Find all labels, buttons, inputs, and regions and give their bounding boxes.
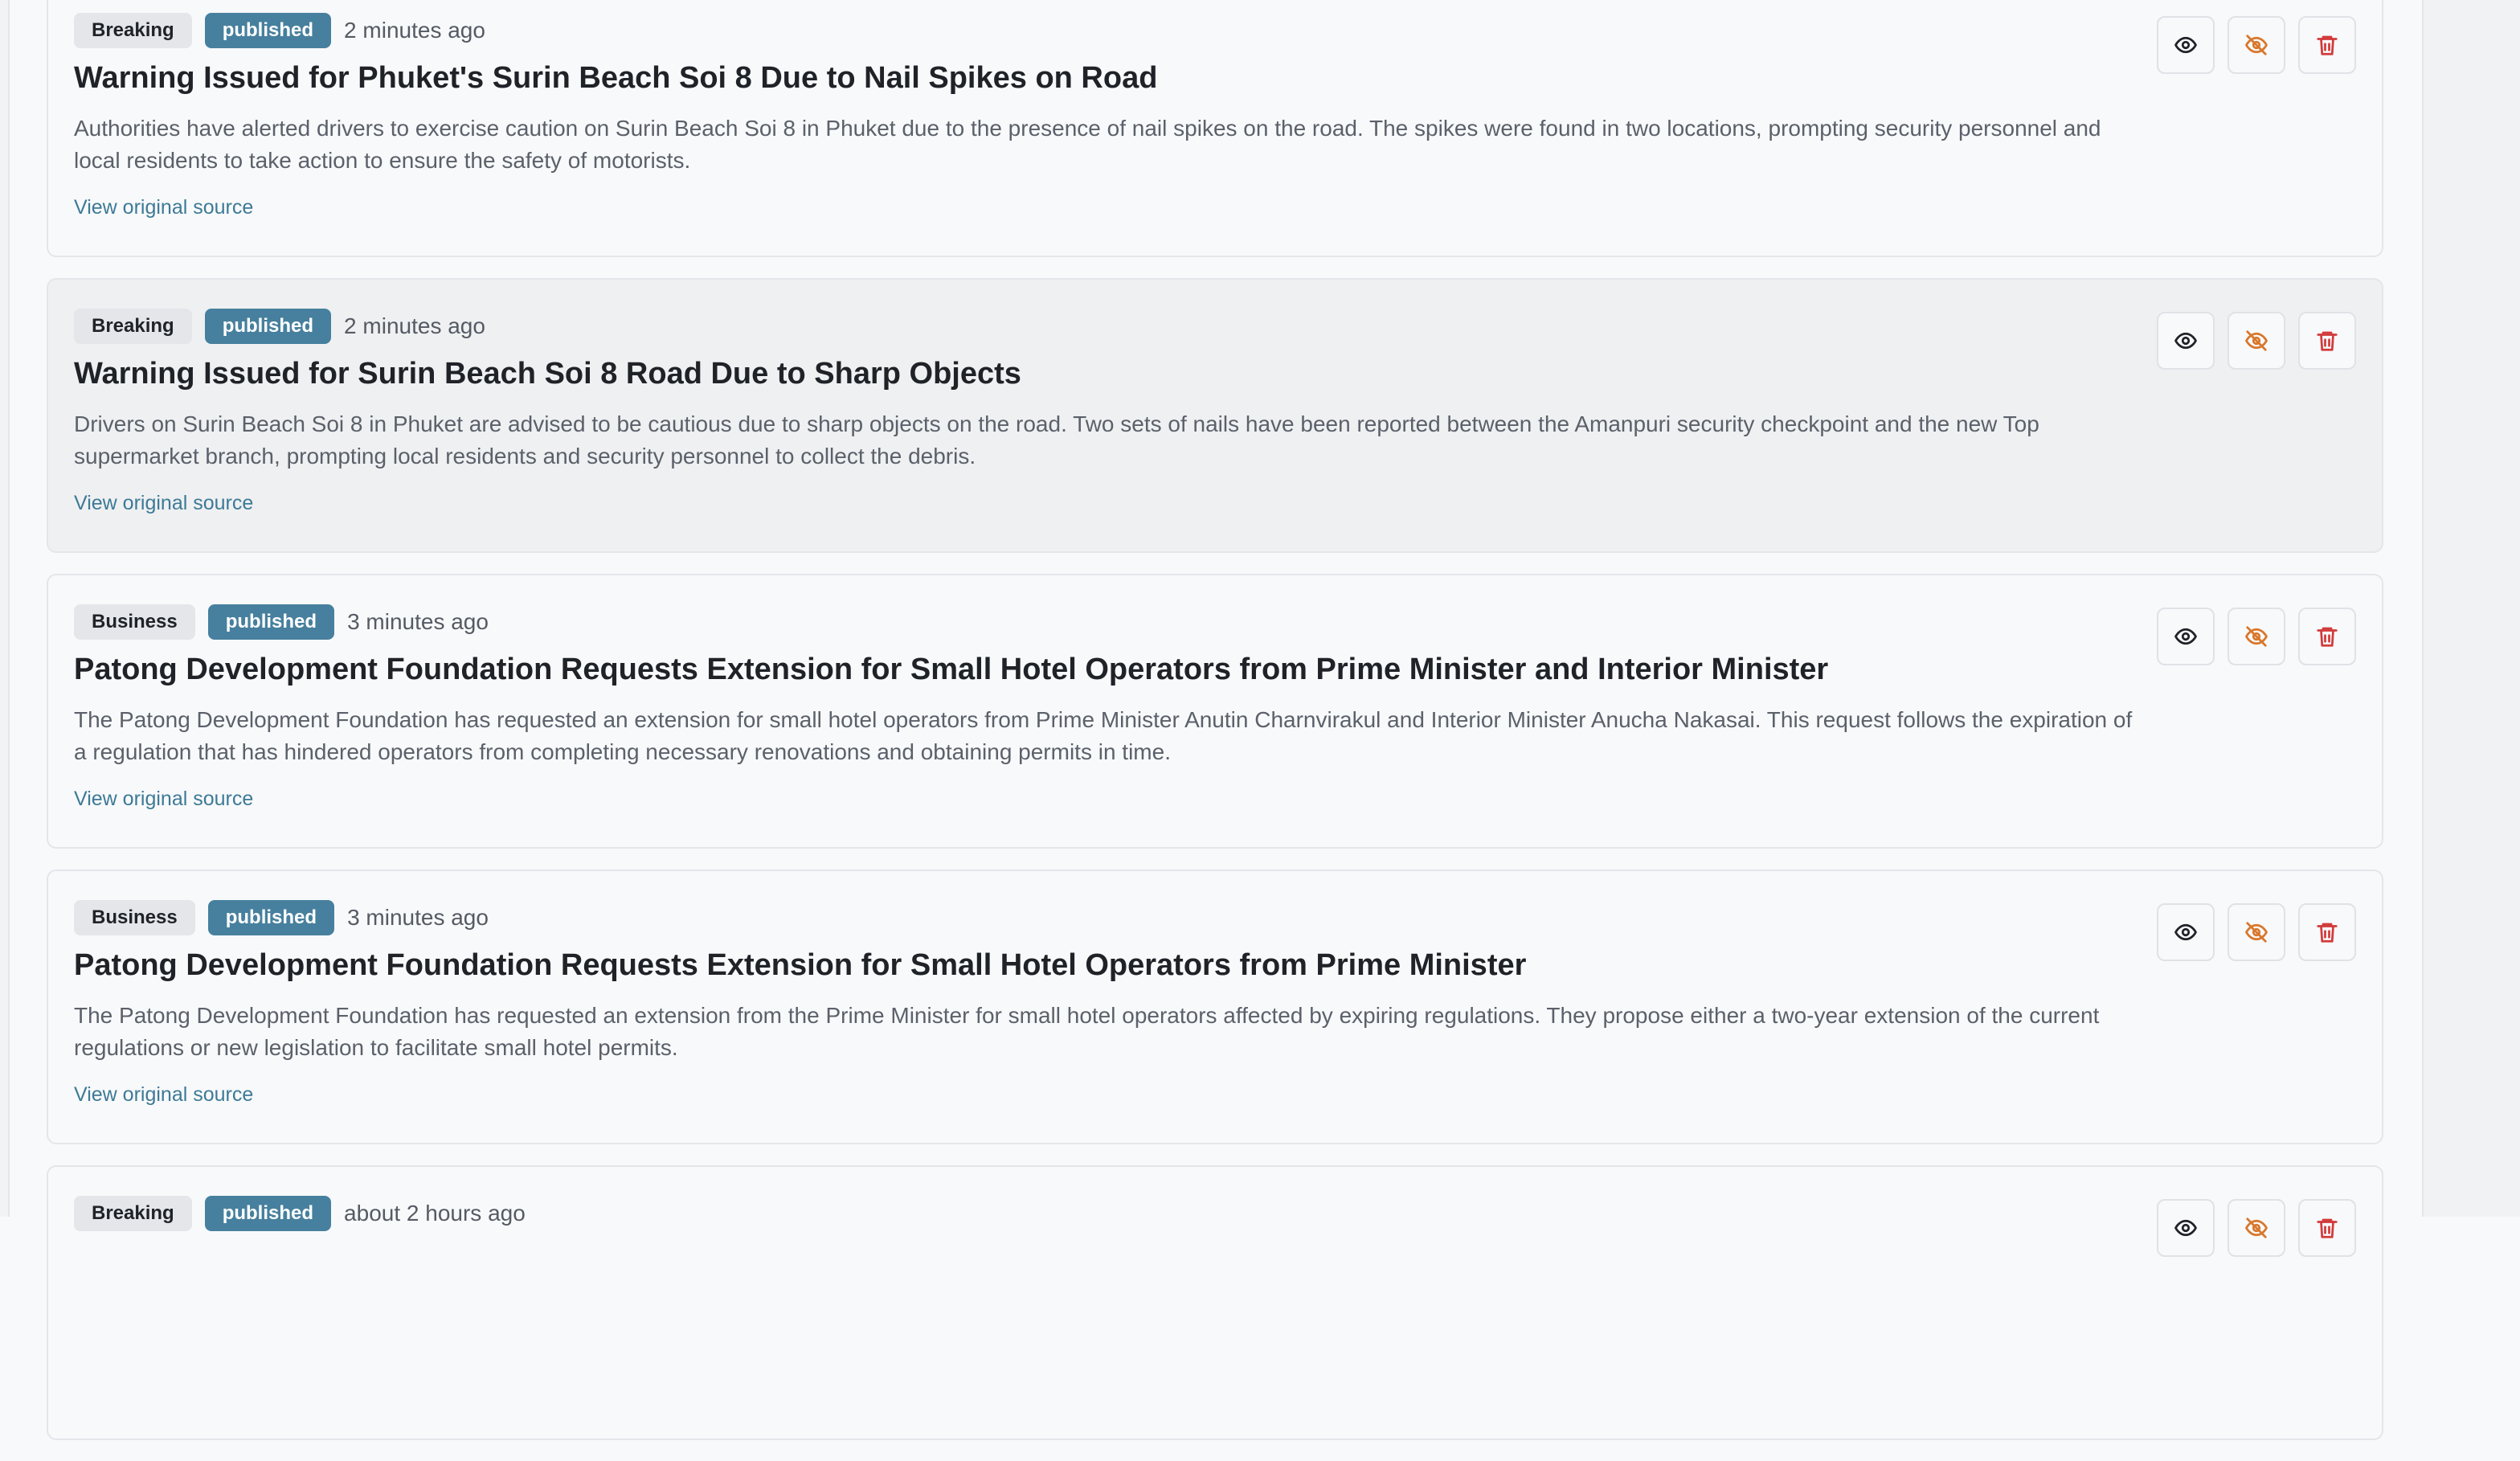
article-actions [2144, 608, 2356, 665]
view-button[interactable] [2157, 16, 2215, 74]
view-button[interactable] [2157, 1199, 2215, 1257]
category-badge: Breaking [74, 1196, 192, 1231]
article-actions [2144, 903, 2356, 961]
delete-button[interactable] [2298, 1199, 2356, 1257]
view-source-link[interactable]: View original source [74, 1083, 253, 1107]
delete-button[interactable] [2298, 903, 2356, 961]
right-gutter [2422, 0, 2520, 1217]
article-summary: The Patong Development Foundation has re… [74, 707, 2133, 764]
delete-button[interactable] [2298, 16, 2356, 74]
article-card: Business published 3 minutes ago Patong … [47, 870, 2383, 1144]
trash-icon [2317, 923, 2338, 943]
trash-icon [2317, 1218, 2338, 1238]
trash-icon [2317, 35, 2338, 55]
eye-icon [2174, 332, 2197, 350]
view-button[interactable] [2157, 312, 2215, 370]
delete-button[interactable] [2298, 312, 2356, 370]
article-title: Patong Development Foundation Requests E… [74, 653, 1829, 686]
status-badge: published [207, 900, 335, 935]
eye-off-icon [2245, 922, 2268, 943]
view-source-link[interactable]: View original source [74, 788, 253, 811]
status-badge: published [204, 1196, 332, 1231]
status-badge: published [207, 604, 335, 640]
hide-button[interactable] [2228, 608, 2285, 665]
article-title: Warning Issued for Surin Beach Soi 8 Roa… [74, 357, 1021, 391]
article-time: 2 minutes ago [344, 18, 485, 43]
article-meta: Breaking published 2 minutes ago [74, 309, 485, 344]
article-summary: Authorities have alerted drivers to exer… [74, 116, 2101, 173]
article-actions [2144, 16, 2356, 74]
article-summary: The Patong Development Foundation has re… [74, 1003, 2100, 1060]
article-card: Business published 3 minutes ago Patong … [47, 574, 2383, 849]
article-meta: Business published 3 minutes ago [74, 604, 489, 640]
view-source-link[interactable]: View original source [74, 492, 253, 515]
article-actions [2144, 312, 2356, 370]
left-border [0, 0, 10, 1217]
view-source-link[interactable]: View original source [74, 196, 253, 219]
article-time: 3 minutes ago [347, 609, 489, 634]
article-title: Warning Issued for Phuket's Surin Beach … [74, 61, 1158, 95]
eye-icon [2174, 1219, 2197, 1237]
eye-off-icon [2245, 35, 2268, 55]
view-button[interactable] [2157, 903, 2215, 961]
eye-icon [2174, 36, 2197, 54]
view-button[interactable] [2157, 608, 2215, 665]
article-card: Breaking published 2 minutes ago Warning… [47, 278, 2383, 553]
article-card: Breaking published 2 minutes ago Warning… [47, 0, 2383, 257]
article-list: Breaking published 2 minutes ago Warning… [47, 0, 2383, 1461]
eye-icon [2174, 923, 2197, 941]
trash-icon [2317, 331, 2338, 351]
status-badge: published [204, 309, 332, 344]
delete-button[interactable] [2298, 608, 2356, 665]
status-badge: published [204, 13, 332, 48]
article-meta: Breaking published 2 minutes ago [74, 13, 485, 48]
article-card: Breaking published about 2 hours ago [47, 1165, 2383, 1440]
article-meta: Breaking published about 2 hours ago [74, 1196, 526, 1231]
category-badge: Business [74, 900, 195, 935]
article-summary: Drivers on Surin Beach Soi 8 in Phuket a… [74, 411, 2039, 469]
eye-icon [2174, 628, 2197, 645]
article-time: about 2 hours ago [344, 1201, 526, 1226]
category-badge: Business [74, 604, 195, 640]
hide-button[interactable] [2228, 16, 2285, 74]
eye-off-icon [2245, 1218, 2268, 1238]
article-actions [2144, 1199, 2356, 1257]
eye-off-icon [2245, 330, 2268, 351]
trash-icon [2317, 627, 2338, 647]
article-title: Patong Development Foundation Requests E… [74, 948, 1527, 982]
article-time: 3 minutes ago [347, 905, 489, 930]
hide-button[interactable] [2228, 903, 2285, 961]
hide-button[interactable] [2228, 312, 2285, 370]
article-meta: Business published 3 minutes ago [74, 900, 489, 935]
hide-button[interactable] [2228, 1199, 2285, 1257]
category-badge: Breaking [74, 309, 192, 344]
eye-off-icon [2245, 626, 2268, 647]
category-badge: Breaking [74, 13, 192, 48]
article-time: 2 minutes ago [344, 313, 485, 338]
